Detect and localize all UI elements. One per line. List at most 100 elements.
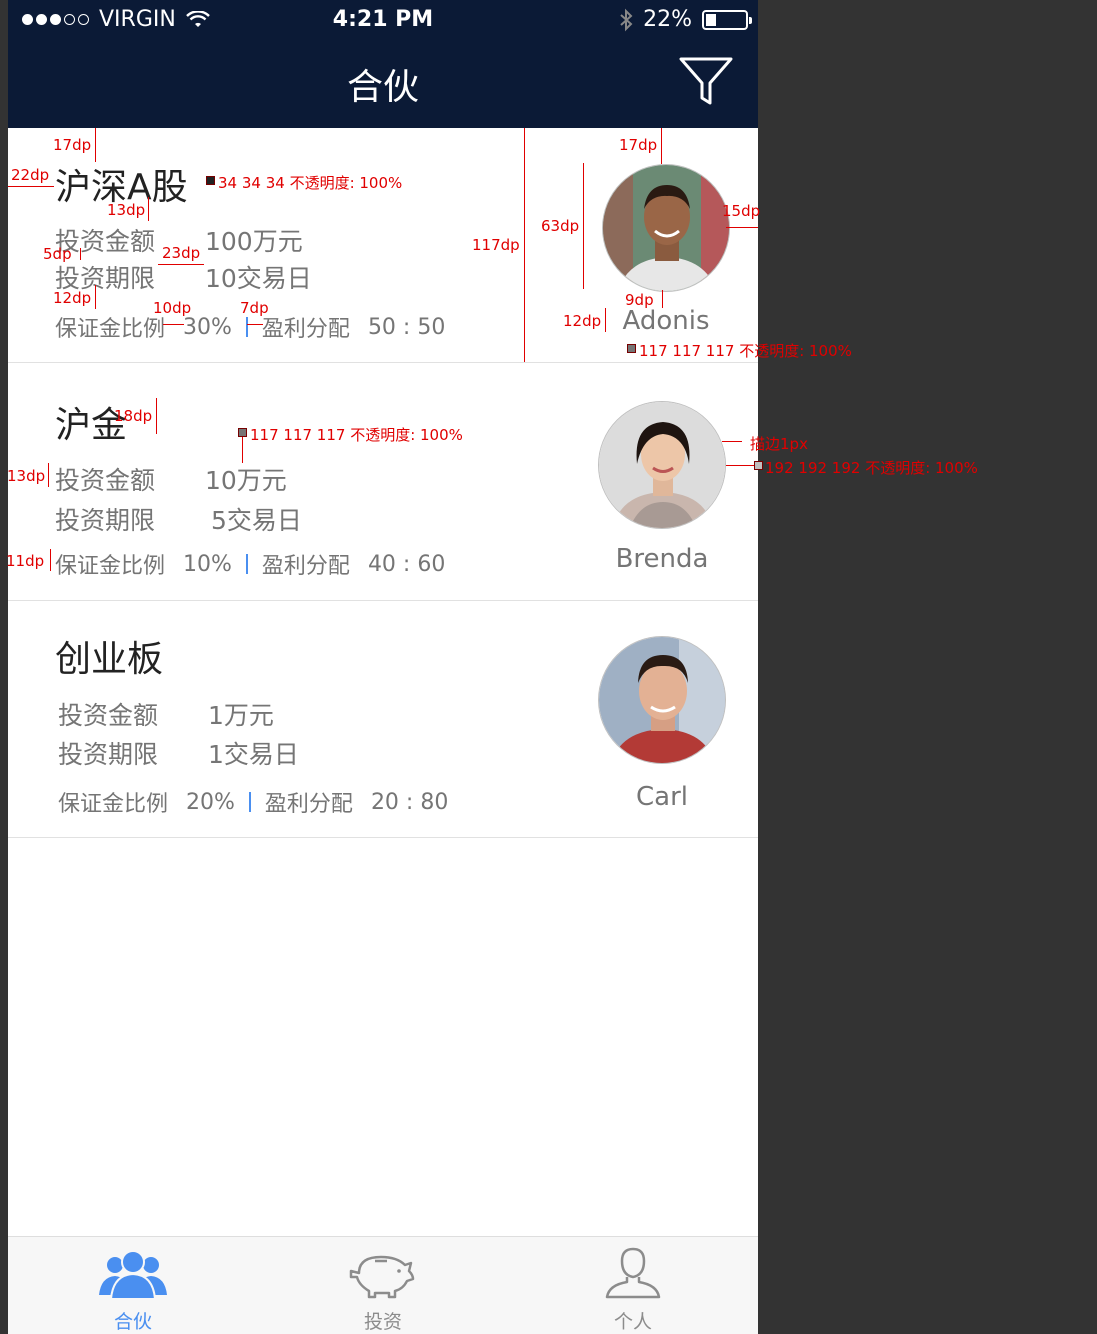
period-row: 投资期限 1交易日 bbox=[58, 735, 299, 771]
amount-row: 投资金额 1万元 bbox=[58, 696, 274, 732]
dimension-label: 13dp bbox=[107, 201, 146, 219]
dimension-label: 63dp bbox=[541, 217, 580, 235]
margin-value: 30% bbox=[183, 314, 232, 340]
amount-value: 100万元 bbox=[205, 227, 303, 256]
color-label: 34 34 34 不透明度: 100% bbox=[218, 174, 403, 192]
color-label: 117 117 117 不透明度: 100% bbox=[250, 426, 463, 444]
card-footer: 保证金比例 20% 盈利分配 20 : 80 bbox=[58, 786, 448, 818]
tab-label: 投资 bbox=[363, 1311, 402, 1333]
card-footer: 保证金比例 10% 盈利分配 40 : 60 bbox=[55, 548, 445, 580]
tab-personal[interactable]: 个人 bbox=[508, 1237, 758, 1334]
tab-label: 个人 bbox=[613, 1311, 652, 1333]
dimension-line bbox=[80, 248, 81, 260]
color-swatch bbox=[238, 428, 247, 437]
dimension-label: 9dp bbox=[625, 291, 654, 309]
person-icon bbox=[605, 1247, 661, 1299]
list-item[interactable]: 创业板 投资金额 1万元 投资期限 1交易日 保证金比例 20% 盈利分配 20… bbox=[8, 602, 758, 838]
tab-invest[interactable]: 投资 bbox=[258, 1237, 508, 1334]
dimension-label: 11dp bbox=[6, 552, 45, 570]
list-item[interactable]: 沪金 投资金额 10万元 投资期限 5交易日 保证金比例 10% 盈利分配 40… bbox=[8, 364, 758, 601]
partner-name: Adonis bbox=[622, 306, 710, 336]
status-right: 22% bbox=[619, 7, 752, 32]
amount-label: 投资金额 bbox=[58, 701, 159, 730]
period-label: 投资期限 bbox=[58, 740, 159, 769]
divider bbox=[245, 317, 248, 337]
dimension-label: 13dp bbox=[7, 467, 46, 485]
amount-label: 投资金额 bbox=[55, 466, 156, 495]
dimension-label: 12dp bbox=[563, 312, 602, 330]
dimension-line bbox=[158, 264, 204, 265]
top-bar: VIRGIN 4:21 PM 22% 合伙 bbox=[8, 0, 758, 128]
dimension-line bbox=[95, 285, 96, 309]
margin-value: 20% bbox=[186, 789, 235, 815]
dimension-label: 12dp bbox=[53, 289, 92, 307]
dimension-line bbox=[722, 441, 742, 442]
dimension-line bbox=[247, 324, 263, 325]
partner-name: Brenda bbox=[615, 544, 709, 574]
tab-label: 合伙 bbox=[113, 1311, 152, 1333]
dimension-line bbox=[148, 197, 149, 221]
partner-name: Carl bbox=[636, 782, 688, 812]
dimension-line bbox=[661, 128, 662, 164]
color-label: 117 117 117 不透明度: 100% bbox=[639, 342, 852, 360]
dimension-label: 15dp bbox=[722, 202, 761, 220]
period-value: 10交易日 bbox=[205, 264, 312, 293]
split-label: 盈利分配 bbox=[261, 554, 350, 579]
battery-icon bbox=[702, 9, 752, 30]
page-title: 合伙 bbox=[346, 67, 419, 108]
group-icon bbox=[99, 1250, 167, 1300]
tab-partner[interactable]: 合伙 bbox=[8, 1237, 258, 1334]
list-item[interactable]: 沪深A股 投资金额 100万元 投资期限 10交易日 保证金比例 30% 盈利分… bbox=[8, 128, 758, 363]
split-value: 40 : 60 bbox=[367, 551, 446, 577]
margin-label: 保证金比例 bbox=[55, 317, 166, 342]
piggy-bank-icon bbox=[349, 1255, 415, 1299]
split-value: 50 : 50 bbox=[367, 314, 446, 340]
amount-row: 投资金额 10万元 bbox=[55, 461, 287, 497]
split-value: 20 : 80 bbox=[370, 789, 449, 815]
dimension-line bbox=[8, 186, 54, 187]
dimension-line bbox=[662, 290, 663, 308]
dimension-line bbox=[156, 398, 157, 434]
dimension-line bbox=[163, 324, 184, 325]
margin-label: 保证金比例 bbox=[55, 554, 166, 579]
dimension-label: 5dp bbox=[43, 245, 72, 263]
dimension-line bbox=[95, 128, 96, 162]
dimension-line bbox=[50, 549, 51, 571]
bluetooth-icon bbox=[620, 8, 633, 31]
divider bbox=[248, 792, 251, 812]
filter-icon[interactable] bbox=[678, 56, 734, 108]
divider bbox=[245, 554, 248, 574]
dimension-label: 18dp bbox=[114, 407, 153, 425]
card-title: 创业板 bbox=[55, 639, 164, 680]
amount-value: 10万元 bbox=[205, 466, 287, 495]
split-label: 盈利分配 bbox=[261, 317, 350, 342]
period-row: 投资期限 5交易日 bbox=[55, 501, 302, 537]
status-bar: VIRGIN 4:21 PM 22% bbox=[8, 0, 758, 40]
amount-value: 1万元 bbox=[208, 701, 274, 730]
avatar[interactable] bbox=[602, 164, 730, 292]
dimension-line bbox=[524, 128, 525, 362]
dimension-line bbox=[605, 308, 606, 332]
dimension-line bbox=[726, 465, 754, 466]
stroke-label: 描边1px bbox=[750, 435, 808, 453]
dimension-line bbox=[583, 163, 584, 289]
dimension-label: 7dp bbox=[240, 299, 269, 317]
dimension-label: 10dp bbox=[153, 299, 192, 317]
dimension-label: 22dp bbox=[11, 166, 50, 184]
margin-value: 10% bbox=[183, 551, 232, 577]
color-swatch bbox=[754, 461, 763, 470]
period-value: 5交易日 bbox=[211, 506, 302, 535]
margin-label: 保证金比例 bbox=[58, 792, 169, 817]
avatar[interactable] bbox=[598, 401, 726, 529]
battery-percent: 22% bbox=[643, 7, 692, 32]
dimension-line bbox=[242, 437, 243, 463]
period-value: 1交易日 bbox=[208, 740, 299, 769]
color-label: 192 192 192 不透明度: 100% bbox=[765, 459, 978, 477]
tab-bar: 合伙 投资 个人 bbox=[8, 1236, 758, 1334]
avatar[interactable] bbox=[598, 636, 726, 764]
period-label: 投资期限 bbox=[55, 506, 156, 535]
split-label: 盈利分配 bbox=[264, 792, 353, 817]
dimension-label: 117dp bbox=[472, 236, 520, 254]
dimension-line bbox=[726, 227, 758, 228]
color-swatch bbox=[206, 176, 215, 185]
